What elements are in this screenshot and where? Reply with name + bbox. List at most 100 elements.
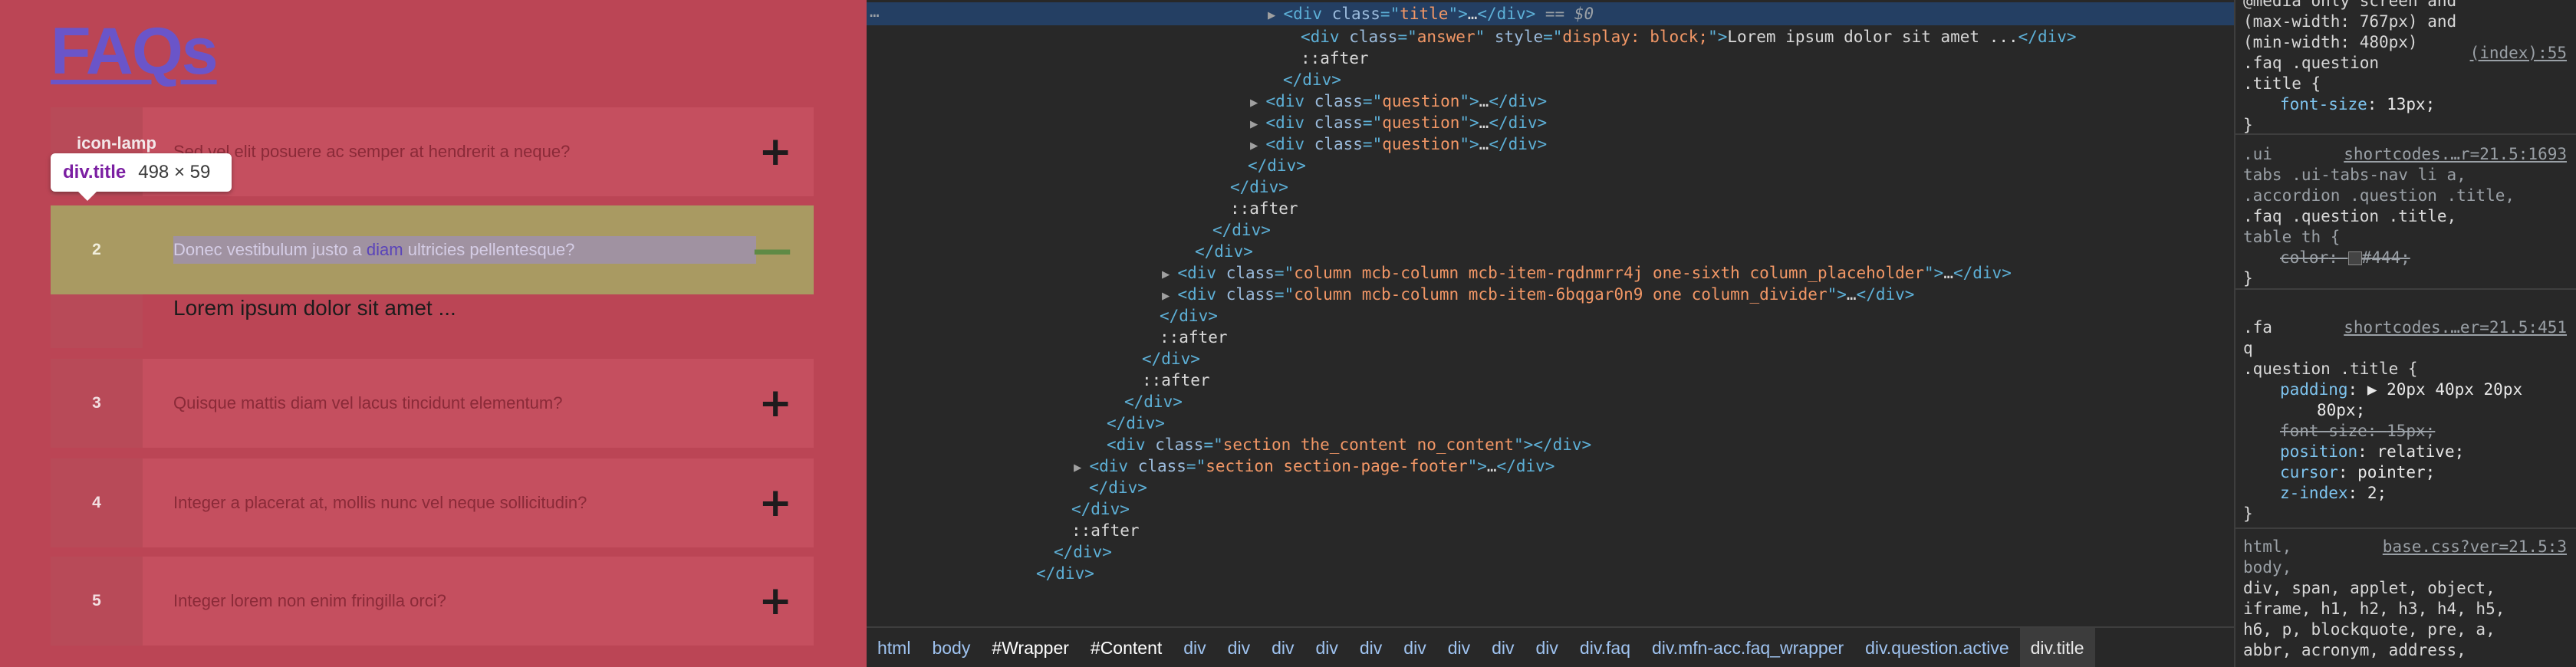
css-value[interactable]: 13px; bbox=[2387, 95, 2435, 113]
dom-node[interactable]: ▶ <div class="section section-page-foote… bbox=[867, 455, 2234, 478]
css-property[interactable]: z-index bbox=[2280, 484, 2348, 502]
dom-node[interactable]: <div class="answer" style="display: bloc… bbox=[867, 25, 2234, 48]
faq-item[interactable]: 4 Integer a placerat at, mollis nunc vel… bbox=[51, 458, 814, 547]
expand-triangle-icon[interactable]: ▶ bbox=[1162, 288, 1177, 304]
breadcrumb-item[interactable]: div bbox=[1304, 628, 1348, 667]
rule-source-link[interactable]: (index):55 bbox=[2470, 43, 2567, 64]
dom-node[interactable]: </div> bbox=[867, 540, 2234, 564]
breadcrumb-item[interactable]: div bbox=[1217, 628, 1261, 667]
breadcrumb-item[interactable]: div bbox=[1349, 628, 1393, 667]
dom-node[interactable]: ::after bbox=[867, 369, 2234, 392]
dom-node[interactable]: </div> bbox=[867, 68, 2234, 91]
breadcrumb-item[interactable]: div.mfn-acc.faq_wrapper bbox=[1641, 628, 1854, 667]
faq-question[interactable]: Sed vel elit posuere ac semper at hendre… bbox=[173, 107, 570, 196]
expand-triangle-icon[interactable]: ▶ bbox=[1162, 267, 1177, 282]
expand-triangle-icon[interactable]: ▶ bbox=[1250, 95, 1265, 110]
breadcrumb-item[interactable]: div bbox=[1261, 628, 1304, 667]
dom-node[interactable]: </div> bbox=[867, 176, 2234, 199]
rule-selector[interactable]: html, bbox=[2243, 537, 2291, 556]
dom-node[interactable]: </div> bbox=[867, 304, 2234, 327]
rule-source-link[interactable]: shortcodes.…r=21.5:1693 bbox=[2344, 144, 2567, 165]
faq-question[interactable]: Quisque mattis diam vel lacus tincidunt … bbox=[173, 359, 562, 448]
dom-node[interactable]: ▶ <div class="column mcb-column mcb-item… bbox=[867, 283, 2234, 306]
dom-node[interactable]: ::after bbox=[867, 197, 2234, 220]
css-value[interactable]: 2; bbox=[2367, 484, 2387, 502]
breadcrumb-item[interactable]: div.faq bbox=[1569, 628, 1641, 667]
styles-pane[interactable]: @media only screen and (max-width: 767px… bbox=[2234, 0, 2576, 667]
breadcrumb-item[interactable]: #Content bbox=[1080, 628, 1173, 667]
dom-node[interactable]: </div> bbox=[867, 476, 2234, 499]
expand-triangle-icon[interactable]: ▶ bbox=[1250, 117, 1265, 132]
rule-source-link[interactable]: base.css?ver=21.5:3 bbox=[2383, 537, 2567, 557]
faq-item-active[interactable]: 2 Donec vestibulum justo a diam ultricie… bbox=[51, 205, 814, 294]
faq-question[interactable]: Integer lorem non enim fringilla orci? bbox=[173, 557, 446, 646]
plus-icon[interactable]: + bbox=[758, 107, 792, 196]
dom-node[interactable]: </div> bbox=[867, 390, 2234, 413]
css-value[interactable]: #444; bbox=[2362, 248, 2410, 267]
rule-selector[interactable]: .fa bbox=[2243, 318, 2272, 337]
faq-item[interactable]: 5 Integer lorem non enim fringilla orci?… bbox=[51, 557, 814, 646]
more-actions-icon[interactable]: … bbox=[867, 0, 896, 23]
rule-selector[interactable]: .faq .question bbox=[2243, 54, 2379, 72]
faq-question[interactable]: Integer a placerat at, mollis nunc vel n… bbox=[173, 458, 587, 547]
rule-selector[interactable]: body, bbox=[2243, 557, 2570, 578]
dom-node[interactable]: ::after bbox=[867, 326, 2234, 349]
dom-node[interactable]: </div> bbox=[867, 498, 2234, 521]
dom-node[interactable]: </div> bbox=[867, 154, 2234, 177]
style-rule[interactable]: @media only screen and (max-width: 767px… bbox=[2235, 0, 2576, 135]
dom-node[interactable]: <div class="section the_content no_conte… bbox=[867, 433, 2234, 456]
rule-selector[interactable]: abbr, acronym, address, bbox=[2243, 640, 2570, 661]
rule-selector[interactable]: q bbox=[2243, 338, 2570, 359]
plus-icon[interactable]: + bbox=[758, 557, 792, 646]
breadcrumb-item[interactable]: html bbox=[867, 628, 921, 667]
dom-node[interactable]: </div> bbox=[867, 562, 2234, 585]
css-value[interactable]: ▶ 20px 40px 20px bbox=[2367, 380, 2522, 399]
dom-node[interactable]: </div> bbox=[867, 219, 2234, 242]
style-rule[interactable]: .fa shortcodes.…er=21.5:451 q .question .… bbox=[2235, 317, 2576, 529]
style-rule[interactable]: html, base.css?ver=21.5:3 body, div, span… bbox=[2235, 537, 2576, 667]
rule-selector[interactable]: .title { bbox=[2243, 74, 2570, 94]
breadcrumb-item[interactable]: body bbox=[921, 628, 981, 667]
rule-selector[interactable]: table th { bbox=[2243, 227, 2570, 248]
rule-selector[interactable]: .accordion .question .title, bbox=[2243, 186, 2570, 206]
rule-selector[interactable]: .faq .question .title, bbox=[2243, 206, 2570, 227]
expand-triangle-icon[interactable]: ▶ bbox=[1250, 138, 1265, 153]
dom-node[interactable]: ::after bbox=[867, 47, 2234, 70]
dom-node[interactable]: </div> bbox=[867, 347, 2234, 370]
faq-item[interactable]: 3 Quisque mattis diam vel lacus tincidun… bbox=[51, 359, 814, 448]
css-property[interactable]: font-size bbox=[2280, 422, 2367, 440]
expand-triangle-icon[interactable]: ▶ bbox=[1074, 460, 1089, 475]
dom-node-selected[interactable]: ▶ <div class="title">…</div> == $0 bbox=[867, 2, 2234, 25]
dom-node[interactable]: </div> bbox=[867, 240, 2234, 263]
css-value[interactable]: 15px; bbox=[2387, 422, 2435, 440]
css-value[interactable]: 80px; bbox=[2317, 401, 2365, 419]
breadcrumb-item[interactable]: div.question.active bbox=[1854, 628, 2020, 667]
expand-triangle-icon[interactable]: ▶ bbox=[1268, 8, 1283, 23]
breadcrumb-item[interactable]: div bbox=[1481, 628, 1525, 667]
rule-selector[interactable]: .ui bbox=[2243, 145, 2272, 163]
breadcrumb-item[interactable]: div bbox=[1393, 628, 1436, 667]
rule-source-link[interactable]: shortcodes.…er=21.5:451 bbox=[2344, 317, 2567, 338]
css-property[interactable]: position bbox=[2280, 442, 2357, 461]
css-value[interactable]: pointer; bbox=[2357, 463, 2435, 481]
breadcrumb-item[interactable]: div bbox=[1437, 628, 1481, 667]
dom-node[interactable]: ▶ <div class="question">…</div> bbox=[867, 133, 2234, 156]
style-rule[interactable]: .ui shortcodes.…r=21.5:1693 tabs .ui-tabs… bbox=[2235, 136, 2576, 290]
dom-node[interactable]: </div> bbox=[867, 412, 2234, 435]
rule-selector[interactable]: div, span, applet, object, bbox=[2243, 578, 2570, 599]
dom-node[interactable]: ▶ <div class="column mcb-column mcb-item… bbox=[867, 261, 2234, 284]
color-swatch[interactable] bbox=[2347, 251, 2362, 265]
dom-node[interactable]: ▶ <div class="question">…</div> bbox=[867, 111, 2234, 134]
breadcrumb-item[interactable]: div bbox=[1525, 628, 1569, 667]
rule-selector[interactable]: h6, p, blockquote, pre, a, bbox=[2243, 619, 2570, 640]
breadcrumb-item[interactable]: div bbox=[1173, 628, 1216, 667]
dom-node[interactable]: ▶ <div class="question">…</div> bbox=[867, 90, 2234, 113]
css-property[interactable]: font-size bbox=[2280, 95, 2367, 113]
dom-node[interactable]: ::after bbox=[867, 519, 2234, 542]
breadcrumb[interactable]: html body #Wrapper #Content div div div div div d… bbox=[867, 626, 2234, 667]
plus-icon[interactable]: + bbox=[758, 458, 792, 547]
css-property[interactable]: color bbox=[2280, 248, 2328, 267]
breadcrumb-item[interactable]: #Wrapper bbox=[981, 628, 1080, 667]
elements-panel[interactable]: ▶ <div class="title">…</div> == $0 <div c… bbox=[867, 0, 2234, 667]
plus-icon[interactable]: + bbox=[758, 359, 792, 448]
